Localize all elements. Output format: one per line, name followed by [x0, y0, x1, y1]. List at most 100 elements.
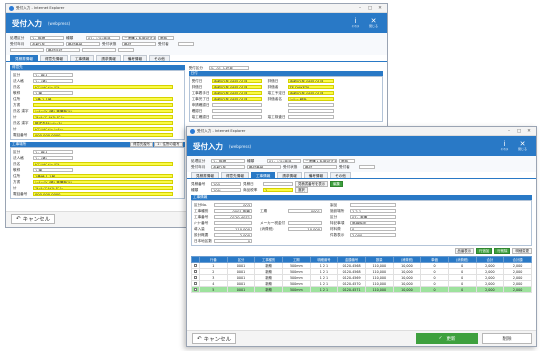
- date-input[interactable]: [211, 102, 262, 108]
- table-toolbar-button[interactable]: 行追加: [476, 248, 493, 254]
- date-input[interactable]: TE DAKETA: [287, 84, 334, 90]
- tab-item[interactable]: 請求情報: [277, 172, 302, 178]
- date-input[interactable]: ｼｰﾃｨｰ 統計: [287, 96, 334, 102]
- detail-field[interactable]: 0: [350, 226, 396, 232]
- field-input[interactable]: 1：個人: [33, 72, 73, 78]
- filter-field[interactable]: 令和2年: [30, 41, 64, 47]
- estimate-field[interactable]: 1: [263, 187, 293, 193]
- filter-field[interactable]: [118, 47, 134, 53]
- date-input[interactable]: [287, 108, 334, 114]
- detail-field[interactable]: 110,000: [214, 226, 252, 232]
- field-input[interactable]: 1 様: [33, 90, 73, 96]
- filter-field[interactable]: 更新: [339, 158, 355, 164]
- tab-item[interactable]: 工事情報: [250, 172, 276, 178]
- tab-item[interactable]: 請求情報: [96, 55, 121, 61]
- field-input[interactable]: ｶﾌﾞｼｷｶﾞｲｼｬ ﾃｽﾄ: [33, 161, 173, 167]
- filter-field[interactable]: 更新: [158, 35, 174, 41]
- copy-customer-button[interactable]: 得意先複写: [130, 142, 154, 147]
- estimate-field[interactable]: [263, 181, 293, 187]
- minimize-icon[interactable]: –: [505, 129, 513, 134]
- filter-field[interactable]: 受付番号: [66, 41, 100, 47]
- date-input[interactable]: [211, 114, 262, 120]
- table-toolbar-button[interactable]: 行削除: [494, 248, 511, 254]
- row-checkbox-cell[interactable]: [191, 286, 200, 293]
- tab-item[interactable]: 見積書情報: [191, 172, 219, 178]
- close-icon[interactable]: ✕: [525, 129, 533, 134]
- field-input[interactable]: ｼｰﾃｨｰｱｲ (株) 事業所ｽﾃﾑ: [33, 179, 173, 185]
- tab-item[interactable]: 見積書情報: [10, 55, 38, 61]
- detail-field[interactable]: 2,000: [350, 232, 396, 238]
- detail-field[interactable]: 1 2 1: [350, 208, 396, 214]
- field-input[interactable]: 1番 1-1号: [33, 96, 173, 102]
- detail-field[interactable]: [350, 202, 396, 208]
- table-toolbar-button[interactable]: 明細変更: [512, 248, 532, 254]
- detail-field[interactable]: [288, 220, 322, 226]
- row-checkbox[interactable]: [194, 276, 197, 279]
- row-checkbox[interactable]: [194, 288, 197, 291]
- filter-field[interactable]: [359, 164, 375, 170]
- estimate-button[interactable]: 選択: [295, 187, 308, 193]
- detail-field[interactable]: 単価指定: [350, 220, 396, 226]
- detail-field[interactable]: [214, 220, 252, 226]
- field-input[interactable]: 1 様: [33, 167, 73, 173]
- field-input[interactable]: 000-000-0000: [33, 191, 173, 197]
- field-input[interactable]: ｶﾌﾞｼｷｶﾞｲｼｬ ｼｰﾃｨｰ: [33, 126, 173, 132]
- row-checkbox[interactable]: [194, 264, 197, 267]
- filter-field[interactable]: 受付: [303, 164, 337, 170]
- delete-button[interactable]: 削除: [482, 333, 532, 344]
- field-input[interactable]: ｼｰﾃｨｰｱｲ (株) 事業所ｽﾃﾑ: [33, 108, 173, 114]
- info-button[interactable]: i ｲﾝﾌｫﾒ: [497, 138, 512, 154]
- info-button[interactable]: i ｲﾝﾌｫﾒ: [348, 15, 363, 31]
- filter-field[interactable]: 受付日付: [46, 47, 80, 53]
- filter-field[interactable]: [82, 47, 116, 53]
- detail-field[interactable]: 0120-4071: [214, 214, 252, 220]
- tab-item[interactable]: 得意先情報: [220, 172, 249, 178]
- field-input[interactable]: 1：(株): [33, 78, 73, 84]
- table-row[interactable]: 5 0001 新築 500mm 1 2 1 0120-4571 110,000 10,000 0…: [191, 286, 532, 293]
- date-input[interactable]: [287, 102, 334, 108]
- detail-field[interactable]: 003: [214, 202, 252, 208]
- copy-address-button[interactable]: 1：住所の複写: [154, 142, 183, 147]
- estimate-field[interactable]: 10%: [211, 187, 241, 193]
- detail-field[interactable]: 0001 新築: [214, 208, 252, 214]
- filter-field[interactable]: 受付: [122, 41, 156, 47]
- tab-item[interactable]: その他: [149, 55, 170, 61]
- filter-field[interactable]: 二重購入を許可する: [303, 158, 337, 164]
- detail-field[interactable]: 07：事業: [350, 214, 396, 220]
- filter-field[interactable]: 1：新規: [211, 158, 245, 164]
- filter-field[interactable]: 二重購入を許可する: [122, 35, 156, 41]
- date-input[interactable]: 令和02年 08月 01日: [211, 78, 262, 84]
- close-button[interactable]: ✕ 閉じる: [515, 138, 530, 154]
- cancel-button[interactable]: ↶ キャンセル: [192, 333, 237, 344]
- row-checkbox[interactable]: [194, 282, 197, 285]
- field-input[interactable]: 1：(株): [33, 155, 73, 161]
- date-input[interactable]: 令和02年 08月 01日: [211, 90, 262, 96]
- date-input[interactable]: 令和02年 08月 01日: [211, 84, 262, 90]
- field-input[interactable]: ｽﾙｯﾃｨﾌﾞ ﾃｷｽﾄ ﾀﾞﾐｰ: [33, 114, 173, 120]
- filter-field[interactable]: 1：新規: [30, 35, 64, 41]
- filter-field[interactable]: [10, 47, 44, 53]
- minimize-icon[interactable]: –: [356, 6, 364, 11]
- field-input[interactable]: 1：個人: [33, 149, 73, 155]
- detail-field[interactable]: 10,000: [288, 226, 322, 232]
- maximize-icon[interactable]: □: [515, 129, 523, 134]
- field-input[interactable]: ｶﾌﾞｼｷｶﾞｲｼｬ ﾃｽﾄ: [33, 84, 173, 90]
- field-input[interactable]: 株式会社ｼｰﾃｨｰｱｲ: [33, 120, 173, 126]
- filter-field[interactable]: 01：ｼｽﾃﾑ商品: [86, 35, 120, 41]
- estimate-button[interactable]: 編集: [330, 181, 343, 187]
- detail-field[interactable]: 0001: [288, 208, 322, 214]
- date-input[interactable]: [287, 114, 334, 120]
- date-input[interactable]: 令和02年 08月 01日: [287, 90, 334, 96]
- tab-item[interactable]: 備考情報: [303, 172, 329, 178]
- field-input[interactable]: ｽﾙｯﾃｨﾌﾞﾃｷｽﾄ ﾀﾞﾐｰ: [33, 185, 173, 191]
- detail-field[interactable]: 2,000: [214, 232, 252, 238]
- table-toolbar-button[interactable]: 品番表示: [454, 248, 475, 254]
- field-input[interactable]: 000-000-0000: [33, 132, 173, 138]
- tab-item[interactable]: 備考情報: [122, 55, 148, 61]
- detail-field[interactable]: 0: [214, 238, 252, 244]
- field-input[interactable]: 1番地 1-1号: [33, 173, 173, 179]
- date-input[interactable]: [211, 108, 262, 114]
- cancel-button[interactable]: ↶ キャンセル: [11, 214, 56, 224]
- tab-item[interactable]: 工事情報: [69, 55, 95, 61]
- row-checkbox[interactable]: [194, 270, 197, 273]
